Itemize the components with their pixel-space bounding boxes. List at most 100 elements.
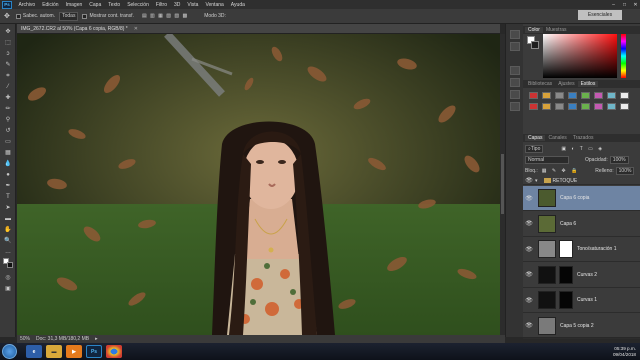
document-tab[interactable]: IMG_2672.CR2 al 50% (Capa 6 copia, RGB/8… — [17, 24, 500, 34]
menu-seleccion[interactable]: Selección — [124, 2, 153, 8]
auto-select-checkbox[interactable] — [15, 13, 21, 19]
minimize-button[interactable]: – — [609, 1, 618, 8]
quick-select-tool-icon[interactable]: ✎ — [4, 61, 12, 69]
scrollbar-thumb[interactable] — [501, 154, 504, 214]
eye-icon[interactable]: 👁 — [523, 177, 535, 184]
history-brush-tool-icon[interactable]: ↺ — [4, 127, 12, 135]
bw-icon[interactable] — [620, 92, 629, 99]
brightness-icon[interactable] — [529, 92, 538, 99]
layer-row[interactable]: 👁 Curvas 2 — [523, 263, 640, 288]
background-color-swatch[interactable] — [7, 262, 13, 268]
system-tray[interactable]: 05:39 p.m. 09/04/2018 — [576, 346, 636, 357]
tab-libraries[interactable]: Bibliotecas — [525, 81, 555, 87]
menu-ventana[interactable]: Ventana — [202, 2, 227, 8]
document-canvas[interactable] — [17, 34, 500, 335]
chevron-down-icon[interactable]: ▾ — [535, 178, 538, 184]
folder-icon[interactable]: ▬ — [46, 345, 62, 358]
photo-filter-icon[interactable] — [529, 103, 538, 110]
menu-capa[interactable]: Capa — [86, 2, 105, 8]
eye-icon[interactable]: 👁 — [523, 271, 535, 278]
tab-color[interactable]: Color — [525, 27, 543, 33]
transform-controls-checkbox[interactable] — [82, 13, 88, 19]
eyedropper-tool-icon[interactable]: ⁄ — [4, 83, 12, 91]
crop-tool-icon[interactable]: ⌗ — [4, 72, 12, 80]
layer-row[interactable]: 👁 Tono/saturación 1 — [523, 237, 640, 262]
hue-icon[interactable] — [594, 92, 603, 99]
screen-mode-icon[interactable]: ▣ — [4, 285, 12, 293]
menu-texto[interactable]: Texto — [105, 2, 124, 8]
ie-icon[interactable]: e — [26, 345, 42, 358]
menu-filtro[interactable]: Filtro — [152, 2, 170, 8]
more-tools-icon[interactable]: … — [4, 248, 12, 256]
status-arrow-icon[interactable]: ▸ — [95, 336, 98, 342]
layer-row[interactable]: 👁 Curvas 1 — [523, 288, 640, 313]
paragraph-panel-icon[interactable] — [510, 102, 520, 111]
zoom-level[interactable]: 50% — [20, 336, 30, 342]
dodge-tool-icon[interactable]: ● — [4, 171, 12, 179]
eye-icon[interactable]: 👁 — [523, 195, 535, 202]
menu-ayuda[interactable]: Ayuda — [227, 2, 248, 8]
brush-panel-icon[interactable] — [510, 66, 520, 75]
character-panel-icon[interactable] — [510, 90, 520, 99]
lasso-tool-icon[interactable]: ↄ — [4, 50, 12, 58]
menu-archivo[interactable]: Archivo — [15, 2, 39, 8]
chrome-icon[interactable] — [106, 345, 122, 358]
levels-icon[interactable] — [555, 92, 564, 99]
pen-tool-icon[interactable]: ✒ — [4, 182, 12, 190]
layer-kind-filter[interactable]: ⌕ Tipo — [525, 144, 544, 153]
threshold-icon[interactable] — [594, 103, 603, 110]
healing-brush-tool-icon[interactable]: ✚ — [4, 94, 12, 102]
close-tab-icon[interactable]: ✕ — [134, 26, 138, 32]
filter-icons[interactable]: ▣ ◐ T ▭ ◈ — [561, 146, 604, 152]
path-select-tool-icon[interactable]: ➤ — [4, 204, 12, 212]
tab-adjustments[interactable]: Ajustes — [555, 81, 577, 87]
tab-layers[interactable]: Capas — [525, 135, 546, 141]
lookup-icon[interactable] — [555, 103, 564, 110]
menu-edicion[interactable]: Edición — [39, 2, 62, 8]
layer-mask-thumbnail[interactable] — [559, 240, 573, 258]
tab-channels[interactable]: Canales — [545, 135, 569, 141]
close-button[interactable]: ✕ — [631, 1, 640, 8]
type-tool-icon[interactable]: T — [4, 193, 12, 201]
blend-mode-select[interactable]: Normal — [525, 155, 569, 164]
posterize-icon[interactable] — [581, 103, 590, 110]
curves-icon[interactable] — [542, 92, 551, 99]
zoom-tool-icon[interactable]: 🔍 — [4, 237, 12, 245]
maximize-button[interactable]: □ — [620, 1, 629, 8]
move-tool-icon[interactable]: ✥ — [4, 28, 12, 36]
menu-3d[interactable]: 3D — [171, 2, 184, 8]
balance-icon[interactable] — [607, 92, 616, 99]
properties-panel-icon[interactable] — [510, 42, 520, 51]
start-button[interactable] — [2, 344, 17, 359]
photoshop-icon[interactable]: Ps — [86, 345, 102, 358]
eye-icon[interactable]: 👁 — [523, 322, 535, 329]
selective-color-icon[interactable] — [620, 103, 629, 110]
tab-paths[interactable]: Trazados — [570, 135, 597, 141]
layer-row[interactable]: 👁 Capa 5 copia 2 — [523, 314, 640, 339]
fill-field[interactable]: 100% — [615, 166, 635, 175]
brush-tool-icon[interactable]: ✏ — [4, 105, 12, 113]
layer-group-retoque[interactable]: 👁 ▾ RETOQUE — [523, 177, 640, 185]
gradient-tool-icon[interactable]: ▦ — [4, 149, 12, 157]
lock-icons[interactable]: ▦ ✎ ✥ 🔒 — [542, 168, 580, 174]
tab-swatches[interactable]: Muestras — [543, 27, 570, 33]
history-panel-icon[interactable] — [510, 30, 520, 39]
hue-slider[interactable] — [621, 34, 626, 78]
blur-tool-icon[interactable]: 💧 — [4, 160, 12, 168]
media-icon[interactable]: ▶ — [66, 345, 82, 358]
opacity-field[interactable]: 100% — [609, 155, 629, 164]
panel-background-swatch[interactable] — [531, 41, 539, 49]
marquee-tool-icon[interactable]: ⬚ — [4, 39, 12, 47]
menu-vista[interactable]: Vista — [184, 2, 202, 8]
eye-icon[interactable]: 👁 — [523, 246, 535, 253]
gradient-map-icon[interactable] — [607, 103, 616, 110]
layer-mask-thumbnail[interactable] — [559, 265, 573, 284]
hand-tool-icon[interactable]: ✋ — [4, 226, 12, 234]
invert-icon[interactable] — [568, 103, 577, 110]
vibrance-icon[interactable] — [581, 92, 590, 99]
layer-mask-thumbnail[interactable] — [559, 291, 573, 309]
color-picker-field[interactable] — [543, 34, 617, 78]
eye-icon[interactable]: 👁 — [523, 220, 535, 227]
quick-mask-icon[interactable]: ◎ — [4, 274, 12, 282]
shape-tool-icon[interactable]: ▬ — [4, 215, 12, 223]
